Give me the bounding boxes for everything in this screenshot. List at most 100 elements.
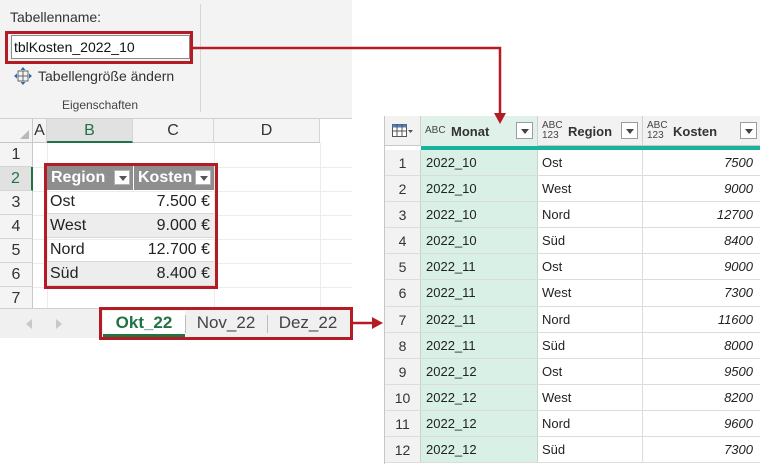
cell-kosten[interactable]: 11600 [643,307,760,332]
any-type-icon[interactable]: ABC 123 [542,121,564,141]
cell-region[interactable]: West [538,280,643,306]
filter-dropdown-icon[interactable] [114,170,130,185]
row-header-2[interactable]: 2 [0,167,33,191]
table-row: 12 2022_12 Süd 7300 [385,437,760,464]
row-header-3[interactable]: 3 [0,191,33,215]
row-number[interactable]: 7 [385,306,421,332]
cell-kosten[interactable]: 9000 [643,254,760,279]
table-header-region[interactable]: Region [47,166,133,190]
resize-table-button[interactable]: Tabellengröße ändern [14,67,174,85]
table-row: 7 2022_11 Nord 11600 [385,306,760,333]
cell-monat[interactable]: 2022_12 [421,437,538,463]
cell-region[interactable]: Süd [538,437,643,463]
row-header-5[interactable]: 5 [0,239,33,263]
cell-monat[interactable]: 2022_12 [421,410,538,437]
row-number[interactable]: 12 [385,437,421,463]
cell-monat[interactable]: 2022_11 [421,280,538,306]
cell-region[interactable]: Nord [47,238,133,261]
table-row: 10 2022_12 West 8200 [385,384,760,411]
cell-kosten[interactable]: 7500 [643,150,760,175]
row-number[interactable]: 1 [385,150,421,176]
cell-region[interactable]: Nord [538,410,643,437]
column-header-kosten[interactable]: ABC 123 Kosten [643,116,760,146]
cell-region[interactable]: Ost [538,358,643,384]
row-number[interactable]: 3 [385,202,421,228]
cell-monat[interactable]: 2022_10 [421,202,538,228]
row-number[interactable]: 5 [385,254,421,280]
cell-kosten[interactable]: 8000 [643,333,760,358]
cell-monat[interactable]: 2022_12 [421,384,538,410]
cell-region[interactable]: Süd [47,262,133,285]
column-header-region[interactable]: ABC 123 Region [538,116,643,146]
row-number[interactable]: 11 [385,410,421,437]
row-number[interactable]: 8 [385,332,421,358]
gridline [33,287,352,288]
worksheet-grid: A B C D 1 2 3 4 5 6 7 Region Kosten Ost … [0,118,352,340]
column-header-b[interactable]: B [47,119,133,143]
cell-monat[interactable]: 2022_11 [421,254,538,280]
select-all-corner[interactable] [0,119,33,143]
column-filter-dropdown-icon[interactable] [516,122,533,139]
column-filter-dropdown-icon[interactable] [740,122,757,139]
cell-kosten[interactable]: 8200 [643,385,760,410]
cell-region[interactable]: Ost [47,190,133,213]
cell-monat[interactable]: 2022_11 [421,306,538,332]
cell-monat[interactable]: 2022_11 [421,332,538,358]
cell-monat[interactable]: 2022_10 [421,228,538,254]
cell-region[interactable]: Nord [538,202,643,228]
cell-kosten[interactable]: 9600 [643,411,760,436]
group-label: Eigenschaften [61,98,139,112]
scroll-right-icon[interactable] [56,319,62,329]
row-number[interactable]: 6 [385,280,421,306]
cell-kosten[interactable]: 9000 [643,176,760,201]
filter-dropdown-icon[interactable] [195,170,211,185]
cell-region[interactable]: West [538,176,643,202]
cell-region[interactable]: Ost [538,254,643,280]
table-properties-group: Tabellenname: tblKosten_2022_10 Tabellen… [0,0,352,118]
cell-monat[interactable]: 2022_10 [421,150,538,176]
text-type-icon[interactable]: ABC [425,126,447,136]
table-menu-button[interactable] [385,116,421,146]
tab-dez-22[interactable]: Dez_22 [268,311,348,337]
column-header-d[interactable]: D [214,119,320,143]
cell-kosten[interactable]: 8400 [643,228,760,253]
cell-monat[interactable]: 2022_12 [421,358,538,384]
column-header-monat[interactable]: ABC Monat [421,116,538,146]
scroll-left-icon[interactable] [26,319,32,329]
cell-monat[interactable]: 2022_10 [421,176,538,202]
cell-kosten[interactable]: 12.700 € [133,238,214,261]
row-number[interactable]: 2 [385,176,421,202]
cell-region[interactable]: West [538,384,643,410]
column-header-a[interactable]: A [33,119,47,143]
cell-region[interactable]: West [47,214,133,237]
cell-region[interactable]: Ost [538,150,643,176]
column-filter-dropdown-icon[interactable] [621,122,638,139]
cell-kosten[interactable]: 7.500 € [133,190,214,213]
arrow-head [372,317,383,329]
row-number[interactable]: 4 [385,228,421,254]
query-preview-grid: ABC Monat ABC 123 Region ABC 123 Kosten … [384,116,760,464]
resize-table-label: Tabellengröße ändern [38,68,175,84]
cell-kosten[interactable]: 9500 [643,359,760,384]
table-name-input[interactable]: tblKosten_2022_10 [11,35,190,59]
row-number[interactable]: 10 [385,384,421,410]
cell-region[interactable]: Süd [538,332,643,358]
cell-kosten[interactable]: 7300 [643,280,760,305]
row-header-4[interactable]: 4 [0,215,33,239]
cell-region[interactable]: Süd [538,228,643,254]
row-number[interactable]: 9 [385,358,421,384]
cell-kosten[interactable]: 9.000 € [133,214,214,237]
column-header-c[interactable]: C [133,119,214,143]
row-header-1[interactable]: 1 [0,143,33,167]
query-rows: 1 2022_10 Ost 7500 2 2022_10 West 9000 3 2022_1… [385,150,760,464]
table-header-kosten[interactable]: Kosten [133,166,214,190]
any-type-icon[interactable]: ABC 123 [647,121,669,141]
tab-nov-22[interactable]: Nov_22 [186,311,266,337]
cell-region[interactable]: Nord [538,306,643,332]
header-region-label: Region [51,169,106,186]
cell-kosten[interactable]: 8.400 € [133,262,214,285]
tab-okt-22[interactable]: Okt_22 [103,311,185,337]
cell-kosten[interactable]: 12700 [643,202,760,227]
cell-kosten[interactable]: 7300 [643,437,760,462]
row-header-6[interactable]: 6 [0,263,33,287]
